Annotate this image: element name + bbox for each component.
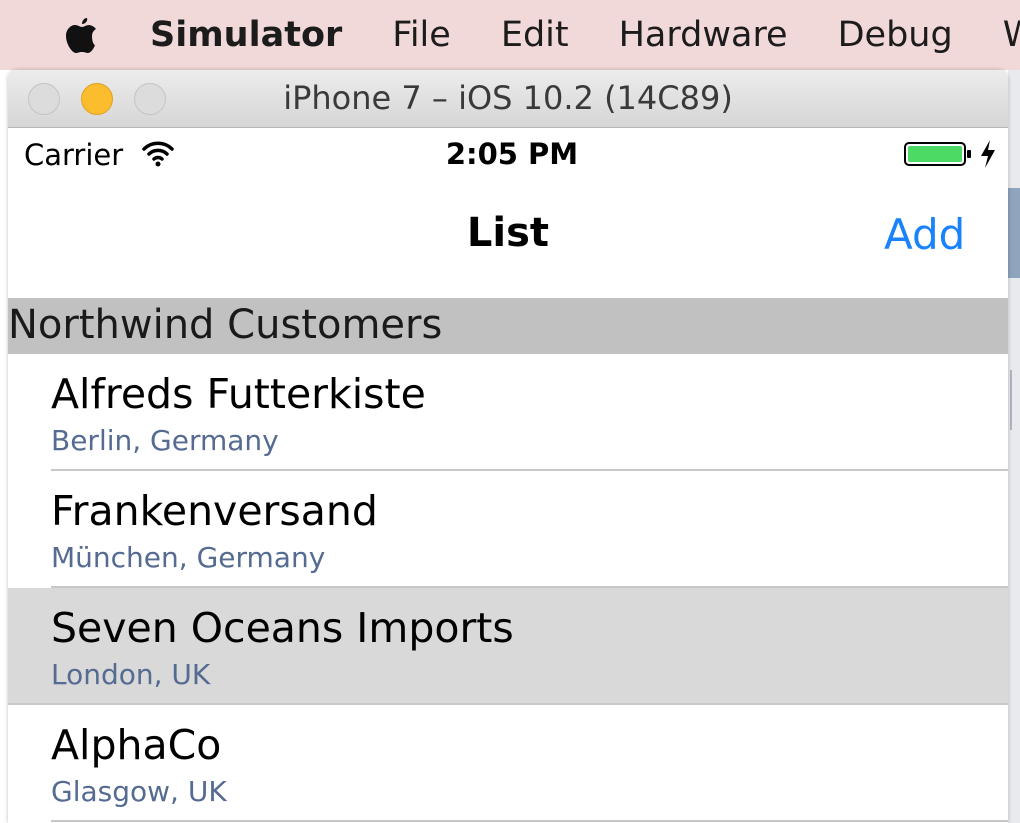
status-time: 2:05 PM [445,137,579,171]
window-titlebar[interactable]: iPhone 7 – iOS 10.2 (14C89) [8,70,1008,128]
menu-simulator[interactable]: Simulator [150,15,342,55]
add-button[interactable]: Add [884,210,965,259]
desktop-background [1008,70,1020,823]
apple-logo-icon[interactable] [64,15,98,55]
menu-debug[interactable]: Debug [838,15,953,55]
customer-location: Berlin, Germany [51,424,279,457]
menu-window[interactable]: W [1003,15,1020,55]
window-title: iPhone 7 – iOS 10.2 (14C89) [283,79,733,117]
nav-title: List [466,210,550,256]
customer-location: München, Germany [51,541,326,574]
table-row[interactable]: Frankenversand München, Germany [8,471,1008,588]
ios-status-bar: Carrier 2:05 PM [8,128,1008,184]
menu-edit[interactable]: Edit [501,15,569,55]
background-window-divider [1010,370,1012,430]
mac-menu-bar: Simulator File Edit Hardware Debug W [0,0,1020,70]
simulator-window: iPhone 7 – iOS 10.2 (14C89) Carrier 2:05… [8,70,1008,823]
menu-hardware[interactable]: Hardware [619,15,788,55]
table-row-selected[interactable]: Seven Oceans Imports London, UK [8,588,1008,705]
row-separator [51,820,1008,822]
background-window-edge [1008,188,1020,278]
section-header: Northwind Customers [8,298,1008,354]
customer-name: Alfreds Futterkiste [51,370,426,418]
customer-name: Frankenversand [51,487,378,535]
menu-file[interactable]: File [392,15,451,55]
table-row[interactable]: Alfreds Futterkiste Berlin, Germany [8,354,1008,471]
customer-location: Glasgow, UK [51,775,227,808]
charging-bolt-icon [981,140,995,168]
battery-charging-icon [904,142,971,166]
customer-name: AlphaCo [51,721,222,769]
navigation-bar: List Add [8,184,1008,298]
customer-table: Alfreds Futterkiste Berlin, Germany Fran… [8,354,1008,822]
customer-location: London, UK [51,658,211,691]
customer-name: Seven Oceans Imports [51,604,514,652]
table-row[interactable]: AlphaCo Glasgow, UK [8,705,1008,822]
